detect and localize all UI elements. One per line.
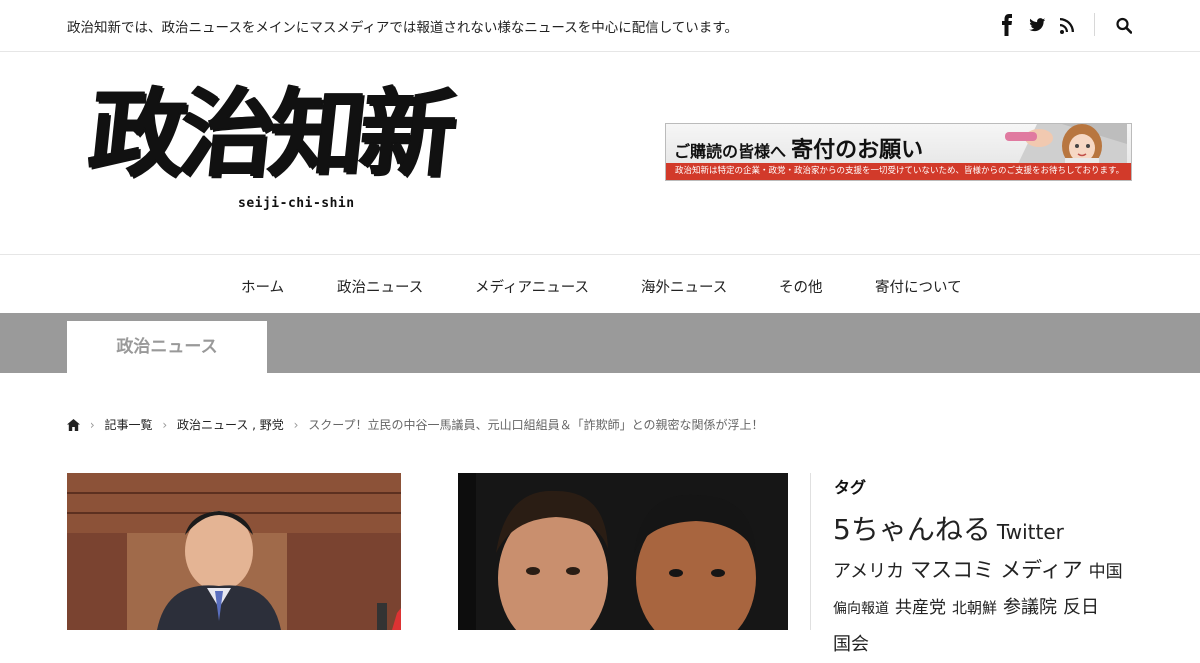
banner-headline: ご購読の皆様へ 寄付のお願い xyxy=(674,132,923,164)
chevron-right-icon: › xyxy=(293,417,299,432)
tag-link[interactable]: 偏向報道 xyxy=(833,601,889,617)
tag-link[interactable]: 参議院 xyxy=(1003,597,1057,618)
twitter-icon[interactable] xyxy=(1029,14,1046,36)
logo-title: 政治知新 xyxy=(84,77,456,190)
sidebar-divider xyxy=(810,473,811,630)
tag-cloud: 5ちゃんねる Twitter アメリカ マスコミ メディア 中国偏向報道 共産党 北朝鮮 参議院… xyxy=(833,512,1133,663)
tag-link[interactable]: 北朝鮮 xyxy=(952,599,997,617)
donation-banner[interactable]: ご購読の皆様へ 寄付のお願い 政治知新は特定の企業・政党・政治家からの支援を一切… xyxy=(665,123,1132,181)
search-icon[interactable] xyxy=(1116,14,1132,36)
tag-link[interactable]: メディア xyxy=(1000,558,1083,582)
nav-item-other[interactable]: その他 xyxy=(779,276,823,297)
tag-link[interactable]: 中国 xyxy=(1089,562,1123,582)
banner-headline-big: 寄付のお願い xyxy=(791,137,924,163)
topbar-divider xyxy=(1094,13,1095,36)
site-tagline: 政治知新では、政治ニュースをメインにマスメディアでは報道されない様なニュースを中… xyxy=(67,20,738,36)
nav-item-overseas[interactable]: 海外ニュース xyxy=(641,276,727,297)
facebook-icon[interactable] xyxy=(1001,14,1013,36)
tag-link[interactable]: マスコミ xyxy=(910,558,994,582)
logo-subtitle: seiji-chi-shin xyxy=(238,196,355,211)
nav-item-politics[interactable]: 政治ニュース xyxy=(337,276,423,297)
chevron-right-icon: › xyxy=(89,417,95,432)
breadcrumb-item-list[interactable]: 記事一覧 xyxy=(104,418,152,432)
tag-link[interactable]: Twitter xyxy=(997,520,1064,544)
rss-icon[interactable] xyxy=(1060,14,1074,36)
banner-headline-small: ご購読の皆様へ xyxy=(674,142,787,161)
nav-item-media[interactable]: メディアニュース xyxy=(475,276,589,297)
category-tab[interactable]: 政治ニュース xyxy=(67,321,267,373)
tag-link[interactable]: アメリカ xyxy=(833,561,904,582)
banner-character-illustration xyxy=(1005,124,1127,166)
tag-link[interactable]: 共産党 xyxy=(895,598,946,618)
article-photo-politician xyxy=(67,473,401,630)
breadcrumb-item-category[interactable]: 政治ニュース , 野党 xyxy=(177,418,284,432)
breadcrumb-item-current: スクープ！立民の中谷一馬議員、元山口組組員＆「詐欺師」との親密な関係が浮上！ xyxy=(308,418,764,432)
tag-link[interactable]: 国会 xyxy=(833,634,869,655)
breadcrumb: › 記事一覧 › 政治ニュース , 野党 › スクープ！立民の中谷一馬議員、元山… xyxy=(67,416,763,433)
sidebar-tag-heading: タグ xyxy=(834,478,867,497)
tag-link[interactable]: 5ちゃんねる xyxy=(833,513,991,546)
home-icon[interactable] xyxy=(67,418,80,431)
article-photo-two-men xyxy=(458,473,788,630)
nav-item-home[interactable]: ホーム xyxy=(241,276,284,297)
site-logo[interactable]: 政治知新 seiji-chi-shin xyxy=(84,77,510,216)
main-nav: ホーム 政治ニュース メディアニュース 海外ニュース その他 寄付について xyxy=(0,254,1200,313)
banner-subline: 政治知新は特定の企業・政党・政治家からの支援を一切受けていないため、皆様からのご… xyxy=(666,163,1131,180)
tag-link[interactable]: 反日 xyxy=(1063,597,1099,618)
chevron-right-icon: › xyxy=(162,417,168,432)
nav-item-donation[interactable]: 寄付について xyxy=(875,276,962,297)
top-bar: 政治知新では、政治ニュースをメインにマスメディアでは報道されない様なニュースを中… xyxy=(0,0,1200,52)
